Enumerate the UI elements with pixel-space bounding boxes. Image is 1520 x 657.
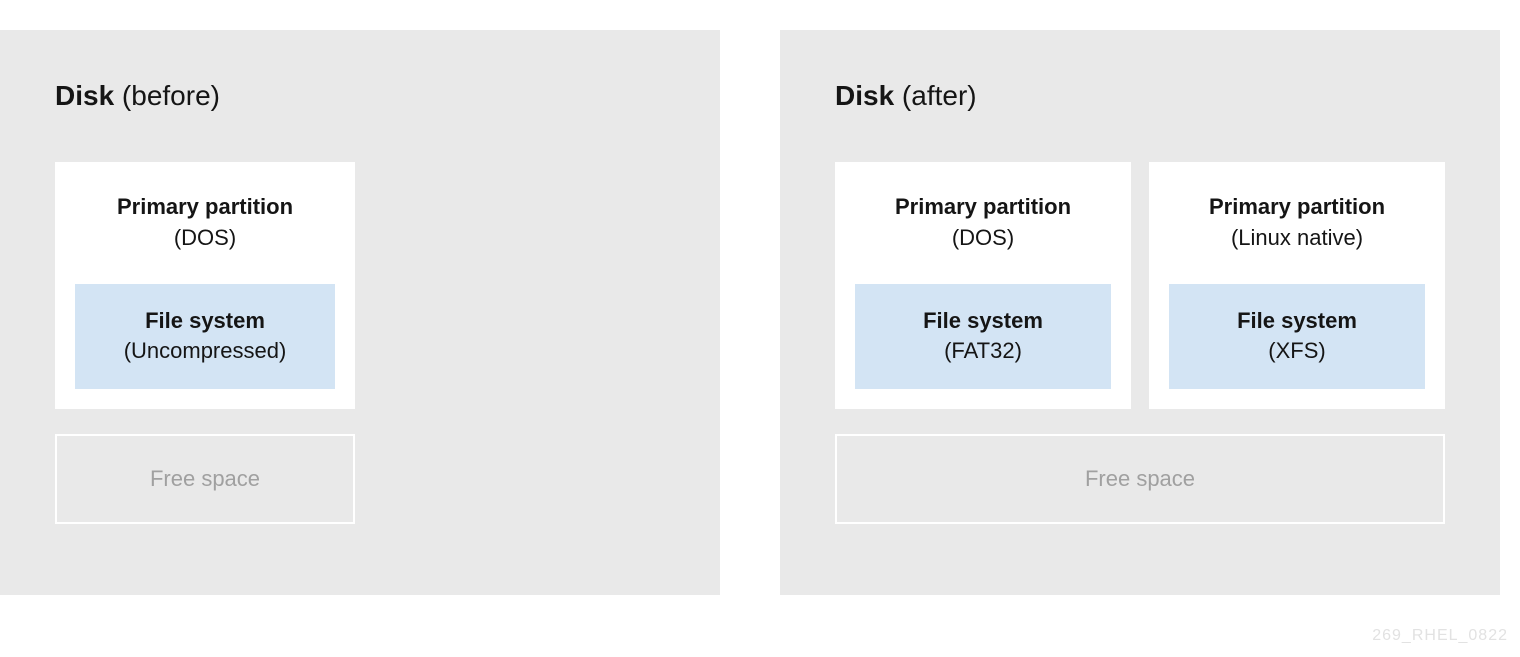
before-partition-box: Primary partition (DOS) File system (Unc… (55, 162, 355, 409)
after-partition1-label: Primary partition (DOS) (855, 192, 1111, 254)
before-partition-label: Primary partition (DOS) (75, 192, 335, 254)
before-partition-label-sub: (DOS) (174, 225, 236, 250)
disk-after-title: Disk (after) (835, 80, 1445, 112)
after-fs1-strong: File system (923, 308, 1043, 333)
after-fs1-sub: (FAT32) (944, 338, 1022, 363)
before-partition-label-strong: Primary partition (117, 194, 293, 219)
disk-before-title-rest: (before) (114, 80, 220, 111)
after-partition2-label-sub: (Linux native) (1231, 225, 1363, 250)
after-fs2-strong: File system (1237, 308, 1357, 333)
before-filesystem-box: File system (Uncompressed) (75, 284, 335, 390)
after-partition2-box: Primary partition (Linux native) File sy… (1149, 162, 1445, 409)
after-partition1-box: Primary partition (DOS) File system (FAT… (835, 162, 1131, 409)
after-partition1-label-strong: Primary partition (895, 194, 1071, 219)
before-fs-sub: (Uncompressed) (124, 338, 287, 363)
after-partition1-label-sub: (DOS) (952, 225, 1014, 250)
diagram-container: Disk (before) Primary partition (DOS) Fi… (0, 0, 1520, 625)
before-partitions-row: Primary partition (DOS) File system (Unc… (55, 162, 665, 409)
after-fs2-sub: (XFS) (1268, 338, 1325, 363)
disk-after-title-rest: (after) (894, 80, 976, 111)
disk-before-panel: Disk (before) Primary partition (DOS) Fi… (0, 30, 720, 595)
after-fs2-box: File system (XFS) (1169, 284, 1425, 390)
after-partitions-row: Primary partition (DOS) File system (FAT… (835, 162, 1445, 409)
after-partition2-label-strong: Primary partition (1209, 194, 1385, 219)
disk-before-title-bold: Disk (55, 80, 114, 111)
disk-after-panel: Disk (after) Primary partition (DOS) Fil… (780, 30, 1500, 595)
before-fs-strong: File system (145, 308, 265, 333)
before-free-space: Free space (55, 434, 355, 524)
after-fs1-box: File system (FAT32) (855, 284, 1111, 390)
after-partition2-label: Primary partition (Linux native) (1169, 192, 1425, 254)
disk-after-title-bold: Disk (835, 80, 894, 111)
disk-before-title: Disk (before) (55, 80, 665, 112)
after-free-space: Free space (835, 434, 1445, 524)
watermark: 269_RHEL_0822 (1372, 627, 1508, 645)
